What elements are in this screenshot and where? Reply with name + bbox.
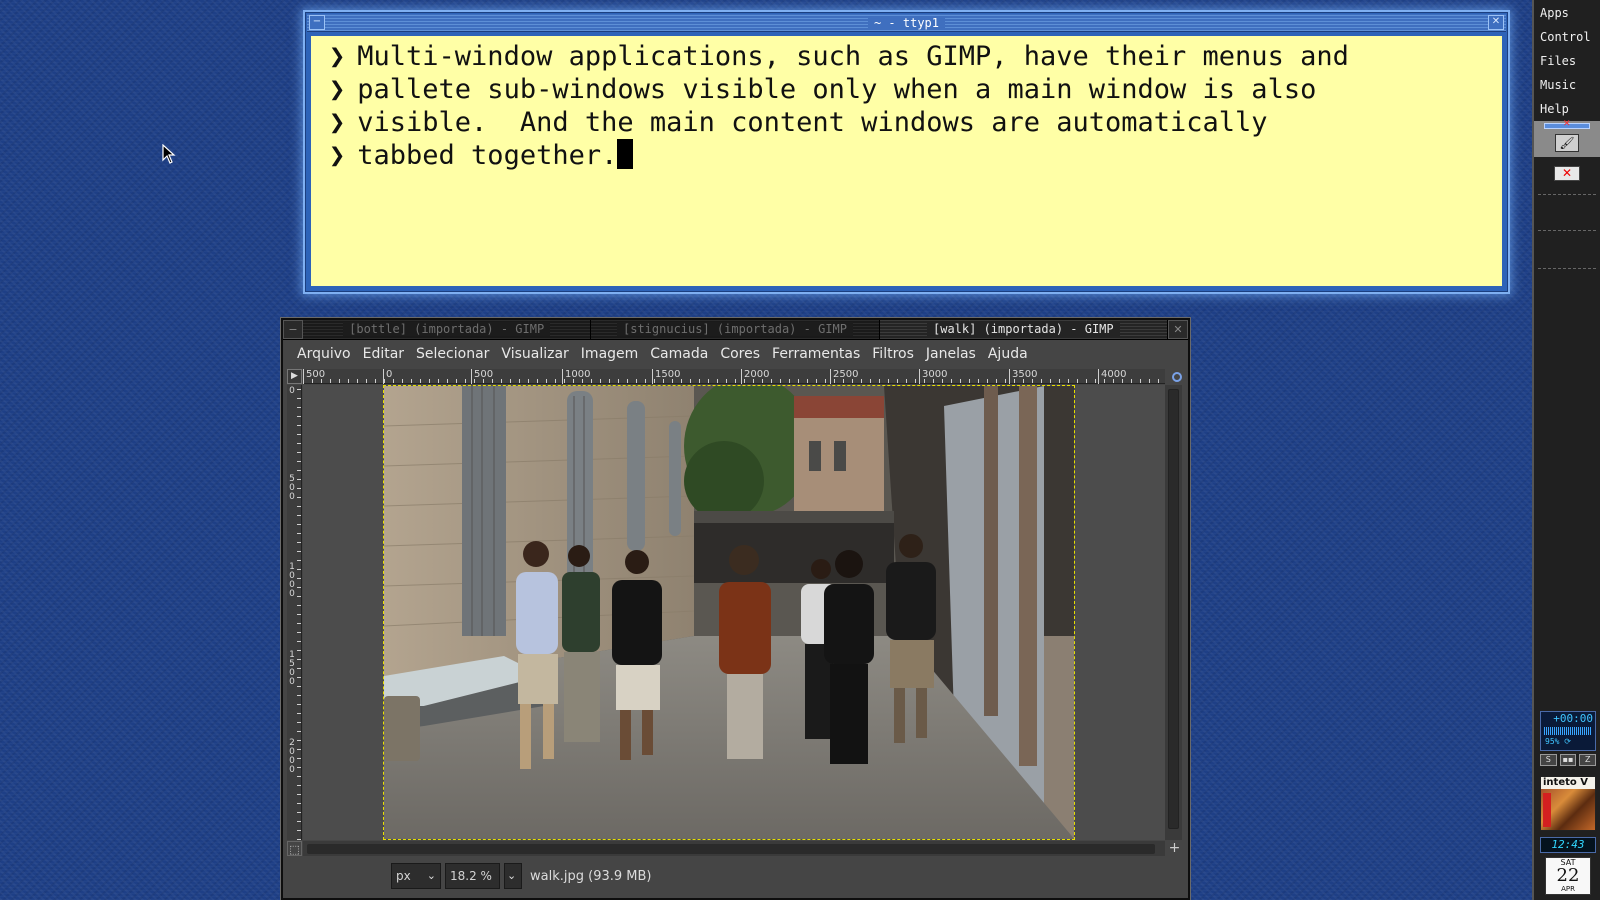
system-monitor[interactable]: +00:00 95% ⟳ bbox=[1540, 711, 1596, 751]
terminal-line: ❯ pallete sub-windows visible only when a… bbox=[329, 74, 1317, 105]
terminal-titlebar[interactable]: ~ - ttyp1 − ✕ bbox=[307, 14, 1506, 32]
terminal-line: ❯ tabbed together. bbox=[329, 139, 1484, 172]
divider bbox=[1538, 194, 1596, 195]
window-menu-button[interactable]: − bbox=[309, 15, 325, 30]
vertical-ruler[interactable]: 0 500 1000 1500 2000 bbox=[287, 385, 302, 840]
tab-walk[interactable]: [walk] (importada) - GIMP bbox=[879, 320, 1168, 339]
terminal-line: ❯ visible. And the main content windows a… bbox=[329, 107, 1268, 138]
tab-stignucius[interactable]: [stignucius] (importada) - GIMP bbox=[591, 320, 880, 339]
prompt-icon: ❯ bbox=[329, 107, 346, 138]
terminal-title: ~ - ttyp1 bbox=[867, 16, 946, 30]
terminal-window[interactable]: ~ - ttyp1 − ✕ ❯ Multi-window applications… bbox=[303, 10, 1510, 294]
prompt-icon: ❯ bbox=[329, 74, 346, 105]
side-dock: Apps Control Files Music Help ✕ 🖌 ✕ +00:… bbox=[1532, 0, 1600, 900]
gimp-window[interactable]: − [bottle] (importada) - GIMP [stignuciu… bbox=[280, 317, 1191, 900]
album-title: inteto V bbox=[1541, 777, 1595, 789]
panel-menu-music[interactable]: Music bbox=[1534, 73, 1600, 97]
panel-menu-files[interactable]: Files bbox=[1534, 49, 1600, 73]
text-cursor bbox=[617, 139, 634, 169]
scroll-thumb[interactable] bbox=[1168, 389, 1179, 829]
divider bbox=[1538, 268, 1596, 269]
menu-editar[interactable]: Editar bbox=[357, 341, 410, 367]
dock-app-terminal[interactable]: ✕ bbox=[1554, 166, 1580, 181]
clock[interactable]: 12:43 bbox=[1540, 837, 1596, 853]
mini-buttons: S ▪▪ Z bbox=[1540, 754, 1597, 766]
horizontal-scrollbar[interactable] bbox=[303, 841, 1165, 856]
terminal-line: ❯ Multi-window applications, such as GIMP… bbox=[329, 41, 1349, 72]
window-menu-button[interactable]: − bbox=[283, 320, 303, 339]
zoom-select[interactable]: 18.2 % bbox=[445, 863, 500, 889]
clock-offset: +00:00 bbox=[1553, 712, 1593, 725]
vertical-scrollbar[interactable] bbox=[1165, 385, 1182, 840]
close-button[interactable]: ✕ bbox=[1167, 320, 1188, 339]
menu-imagem[interactable]: Imagem bbox=[575, 341, 644, 367]
image-menu-button[interactable]: ▶ bbox=[287, 369, 302, 384]
menu-ajuda[interactable]: Ajuda bbox=[982, 341, 1034, 367]
quick-mask-icon[interactable]: ⬚ bbox=[287, 841, 302, 856]
menu-selecionar[interactable]: Selecionar bbox=[410, 341, 495, 367]
menu-arquivo[interactable]: Arquivo bbox=[291, 341, 357, 367]
menu-visualizar[interactable]: Visualizar bbox=[495, 341, 574, 367]
unit-select[interactable]: px ⌄ bbox=[391, 863, 441, 889]
gimp-icon: 🖌 bbox=[1555, 134, 1579, 152]
zoom-dropdown-button[interactable]: ⌄ bbox=[504, 863, 522, 889]
menu-ferramentas[interactable]: Ferramentas bbox=[766, 341, 866, 367]
panel-menu-help[interactable]: Help bbox=[1534, 97, 1600, 121]
prompt-icon: ❯ bbox=[329, 41, 346, 72]
dock-app-gimp[interactable]: ✕ 🖌 bbox=[1534, 120, 1600, 157]
music-player-album[interactable]: inteto V bbox=[1540, 776, 1596, 831]
calendar[interactable]: SAT 22 APR bbox=[1545, 857, 1591, 895]
z-button[interactable]: Z bbox=[1579, 754, 1597, 766]
chevron-down-icon: ⌄ bbox=[507, 869, 517, 882]
mouse-pointer-icon bbox=[162, 144, 176, 164]
cpu-readout: 95% ⟳ bbox=[1545, 737, 1571, 746]
chevron-down-icon: ⌄ bbox=[426, 869, 436, 882]
panel-menu-control[interactable]: Control bbox=[1534, 25, 1600, 49]
image-canvas[interactable] bbox=[303, 385, 1165, 840]
navigate-icon[interactable] bbox=[1172, 372, 1182, 382]
close-button[interactable]: ✕ bbox=[1488, 15, 1504, 30]
menu-bar: Arquivo Editar Selecionar Visualizar Ima… bbox=[283, 341, 1188, 367]
close-icon[interactable]: ✕ bbox=[1563, 120, 1571, 129]
status-bar: px ⌄ 18.2 % ⌄ walk.jpg (93.9 MB) bbox=[283, 858, 1188, 894]
menu-janelas[interactable]: Janelas bbox=[920, 341, 982, 367]
tab-bottle[interactable]: [bottle] (importada) - GIMP bbox=[303, 320, 592, 339]
file-info: walk.jpg (93.9 MB) bbox=[530, 868, 652, 884]
window-tab-bar: − [bottle] (importada) - GIMP [stignuciu… bbox=[283, 320, 1188, 340]
album-art-icon bbox=[1541, 789, 1595, 830]
middle-button[interactable]: ▪▪ bbox=[1559, 754, 1577, 766]
scroll-thumb[interactable] bbox=[307, 844, 1155, 854]
prompt-icon: ❯ bbox=[329, 140, 346, 171]
menu-cores[interactable]: Cores bbox=[714, 341, 766, 367]
menu-camada[interactable]: Camada bbox=[644, 341, 714, 367]
photo-image[interactable] bbox=[383, 385, 1075, 840]
horizontal-ruler[interactable]: 500 0 500 1000 1500 2000 2500 3000 3500 … bbox=[303, 369, 1165, 384]
s-button[interactable]: S bbox=[1540, 754, 1557, 766]
zoom-resize-icon[interactable]: + bbox=[1167, 841, 1182, 856]
divider bbox=[1538, 230, 1596, 231]
terminal-content[interactable]: ❯ Multi-window applications, such as GIMP… bbox=[311, 36, 1502, 286]
menu-filtros[interactable]: Filtros bbox=[866, 341, 920, 367]
group-photo bbox=[384, 386, 1074, 839]
panel-menu-apps[interactable]: Apps bbox=[1534, 1, 1600, 25]
cpu-meter bbox=[1544, 727, 1592, 735]
